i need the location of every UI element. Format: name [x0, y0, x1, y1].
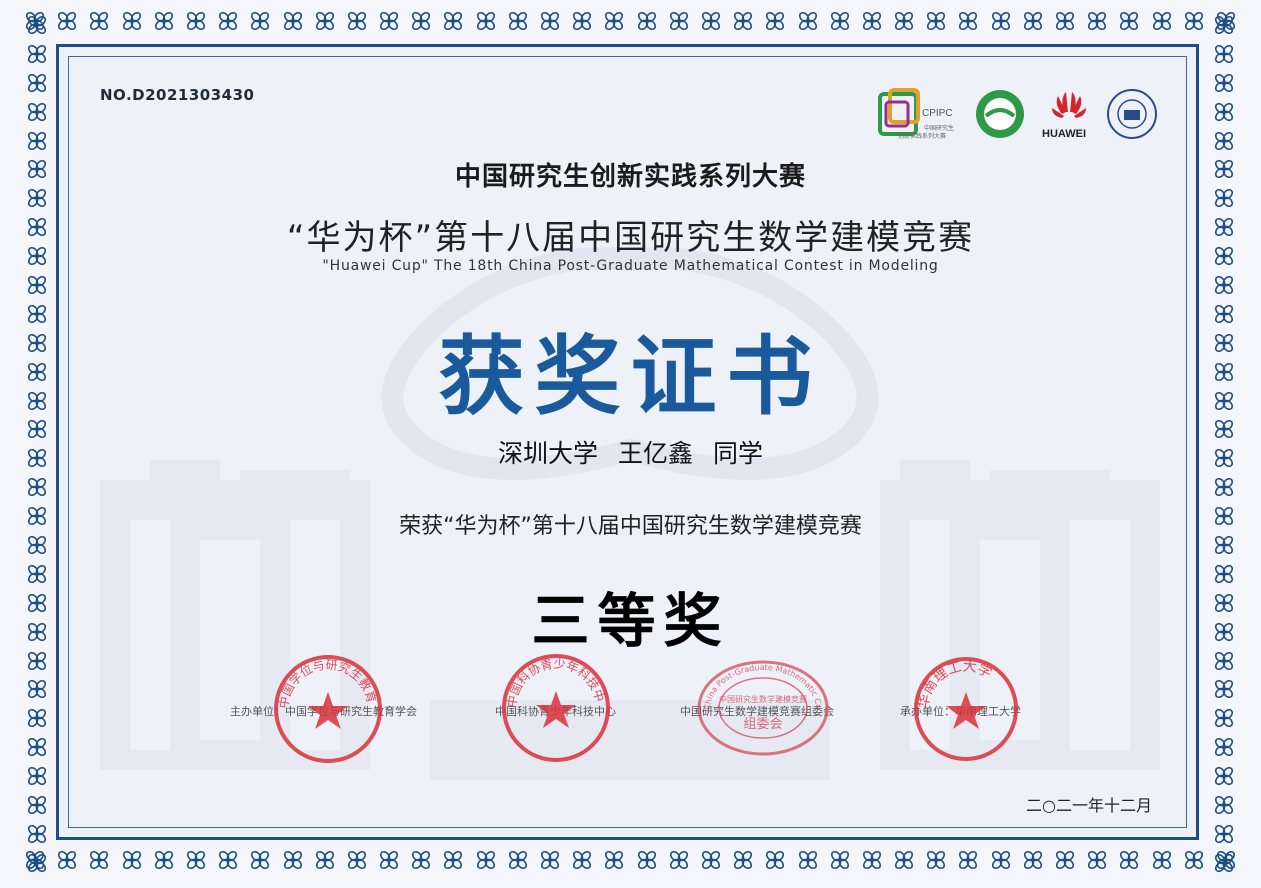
- contest-title-en: "Huawei Cup" The 18th China Post-Graduat…: [322, 258, 939, 274]
- certificate-title: 获奖证书: [438, 327, 823, 427]
- stamp-arc-text-4: 华南理工大学: [916, 659, 995, 710]
- recipient-suffix: 同学: [712, 439, 763, 468]
- red-seal-organizing-committee-icon: China Post-Graduate Mathematic Contest i…: [696, 658, 829, 756]
- huawei-label: HUAWEI: [1042, 128, 1086, 140]
- university-seal-logo: [1107, 89, 1157, 139]
- award-description: 荣获“华为杯”第十八届中国研究生数学建模竞赛: [399, 514, 862, 539]
- red-seal-youth-center-icon: 中国科协青少年科技中心: [499, 651, 610, 762]
- prize-level: 三等奖: [531, 587, 730, 655]
- issue-date: 二○二一年十二月: [1026, 796, 1152, 815]
- series-title: 中国研究生创新实践系列大赛: [454, 162, 806, 192]
- cpipc-label: CPIPC: [922, 108, 953, 119]
- recipient-line: 深圳大学 王亿鑫 同学: [0, 434, 1261, 470]
- cpipc-logo: [878, 88, 920, 136]
- recipient-name: 王亿鑫: [617, 439, 693, 468]
- red-seal-degree-society-icon: 中国学位与研究生教育学会: [271, 652, 382, 763]
- recipient-university: 深圳大学: [498, 439, 599, 468]
- certificate-number: NO.D2021303430: [100, 86, 255, 104]
- cpipc-sub2: 创新实践系列大赛: [898, 134, 947, 140]
- society-logo: [976, 90, 1024, 138]
- stamp-inner-text-3: 中国研究生数学建模竞赛: [719, 694, 807, 704]
- contest-title-cn: “华为杯”第十八届中国研究生数学建模竞赛: [286, 218, 975, 258]
- huawei-logo: [1052, 92, 1086, 118]
- svg-text:华南理工大学: 华南理工大学: [916, 659, 995, 710]
- sponsor-logos: CPIPC 中国研究生 创新实践系列大赛 HUAWEI: [876, 86, 1166, 144]
- red-seal-scut-icon: 华南理工大学: [914, 657, 1018, 761]
- stamp-center-text-3: 组委会: [743, 717, 782, 732]
